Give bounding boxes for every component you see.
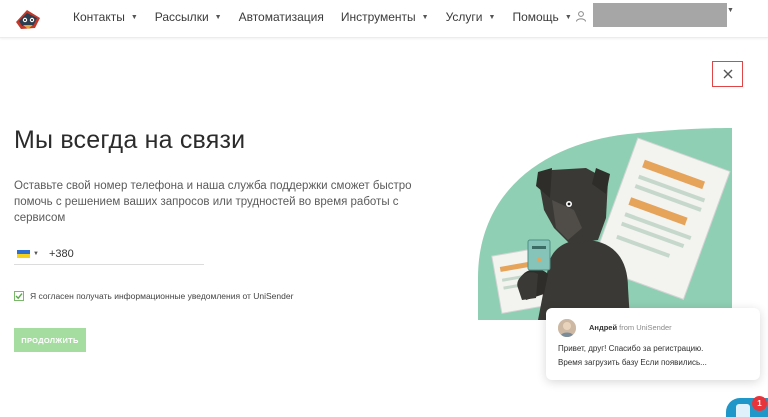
nav-label: Услуги	[445, 10, 483, 24]
nav-label: Инструменты	[340, 10, 416, 24]
phone-field: ▼	[14, 243, 204, 265]
checkmark-icon	[15, 293, 23, 300]
user-icon	[576, 11, 586, 22]
chevron-down-icon: ▼	[564, 13, 572, 21]
nav-campaigns[interactable]: Рассылки ▼	[155, 10, 222, 24]
chevron-down-icon[interactable]: ▼	[727, 7, 734, 14]
nav-tools[interactable]: Инструменты ▼	[341, 10, 429, 24]
close-button[interactable]	[712, 61, 743, 87]
support-illustration	[478, 128, 732, 320]
nav-label: Помощь	[512, 10, 559, 24]
chat-message-popup[interactable]: Андрей from UniSender Привет, друг! Спас…	[546, 308, 760, 380]
chevron-down-icon: ▼	[130, 13, 138, 21]
consent-checkbox[interactable]	[14, 291, 24, 301]
chevron-down-icon: ▼	[214, 13, 222, 21]
consent-label: Я согласен получать информационные уведо…	[30, 291, 294, 301]
nav-contacts[interactable]: Контакты ▼	[73, 10, 138, 24]
main-menu: Контакты ▼ Рассылки ▼ Автоматизация Инст…	[73, 0, 589, 34]
chat-sender-source: from UniSender	[617, 323, 672, 332]
chevron-down-icon[interactable]: ▼	[33, 251, 39, 257]
nav-label: Рассылки	[154, 10, 209, 24]
account-menu[interactable]	[593, 3, 727, 27]
chat-message-line: Привет, друг! Спасибо за регистрацию.	[558, 344, 704, 353]
chat-icon	[736, 404, 750, 417]
page-description: Оставьте свой номер телефона и наша служ…	[14, 180, 412, 224]
nav-services[interactable]: Услуги ▼	[446, 10, 496, 24]
chevron-down-icon: ▼	[421, 13, 429, 21]
person-icon	[558, 319, 576, 337]
avatar	[558, 319, 576, 337]
nav-label: Контакты	[73, 10, 125, 24]
unisender-logo[interactable]	[13, 4, 43, 32]
chat-sender-name: Андрей	[589, 323, 618, 332]
chat-header: Андрей from UniSender	[589, 323, 672, 332]
nav-label: Автоматизация	[238, 10, 324, 24]
chat-message-line: Время загрузить базу Если появились...	[558, 358, 707, 367]
chevron-down-icon: ▼	[488, 13, 496, 21]
page-title: Мы всегда на связи	[14, 126, 246, 154]
nav-automation[interactable]: Автоматизация	[239, 10, 324, 24]
ukraine-flag-icon[interactable]	[17, 249, 30, 258]
continue-button[interactable]: ПРОДОЛЖИТЬ	[14, 328, 86, 352]
nav-help[interactable]: Помощь ▼	[512, 10, 571, 24]
phone-input[interactable]	[48, 247, 189, 260]
close-icon	[723, 69, 732, 79]
consent-row: Я согласен получать информационные уведо…	[14, 291, 293, 301]
unread-badge: 1	[752, 396, 767, 411]
top-navigation: Контакты ▼ Рассылки ▼ Автоматизация Инст…	[0, 0, 768, 38]
